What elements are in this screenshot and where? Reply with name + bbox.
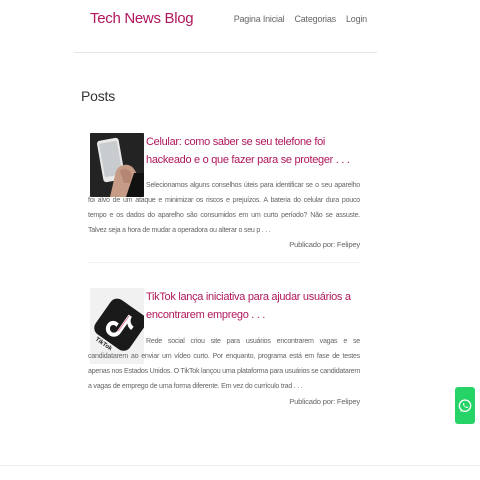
footer-divider xyxy=(0,465,480,466)
posts-heading: Posts xyxy=(81,88,116,104)
post-card: TikTok TikTok lança iniciativa para ajud… xyxy=(88,288,360,410)
post-title-link[interactable]: Celular: como saber se seu telefone foi … xyxy=(146,133,364,169)
brand-logo-link[interactable]: Tech News Blog xyxy=(90,10,194,27)
site-header: Tech News Blog Pagina Inicial Categorias… xyxy=(74,0,377,53)
post-excerpt: Selecionamos alguns conselhos úteis para… xyxy=(88,178,360,238)
whatsapp-button[interactable] xyxy=(455,387,475,424)
nav-link-login[interactable]: Login xyxy=(346,14,367,24)
post-excerpt-text: Selecionamos alguns conselhos úteis para… xyxy=(88,181,360,234)
post-excerpt-text: Rede social criou site para usuários enc… xyxy=(88,337,360,390)
main-nav: Pagina Inicial Categorias Login xyxy=(234,14,367,24)
post-author: Publicado por: Felipey xyxy=(289,397,360,406)
post-excerpt: Rede social criou site para usuários enc… xyxy=(88,334,360,394)
post-title-link[interactable]: TikTok lança iniciativa para ajudar usuá… xyxy=(146,288,364,324)
nav-link-home[interactable]: Pagina Inicial xyxy=(234,14,285,24)
post-divider xyxy=(88,262,360,263)
post-author: Publicado por: Felipey xyxy=(289,240,360,249)
post-card: Celular: como saber se seu telefone foi … xyxy=(88,133,360,255)
whatsapp-icon xyxy=(458,398,472,412)
nav-link-categories[interactable]: Categorias xyxy=(294,14,336,24)
